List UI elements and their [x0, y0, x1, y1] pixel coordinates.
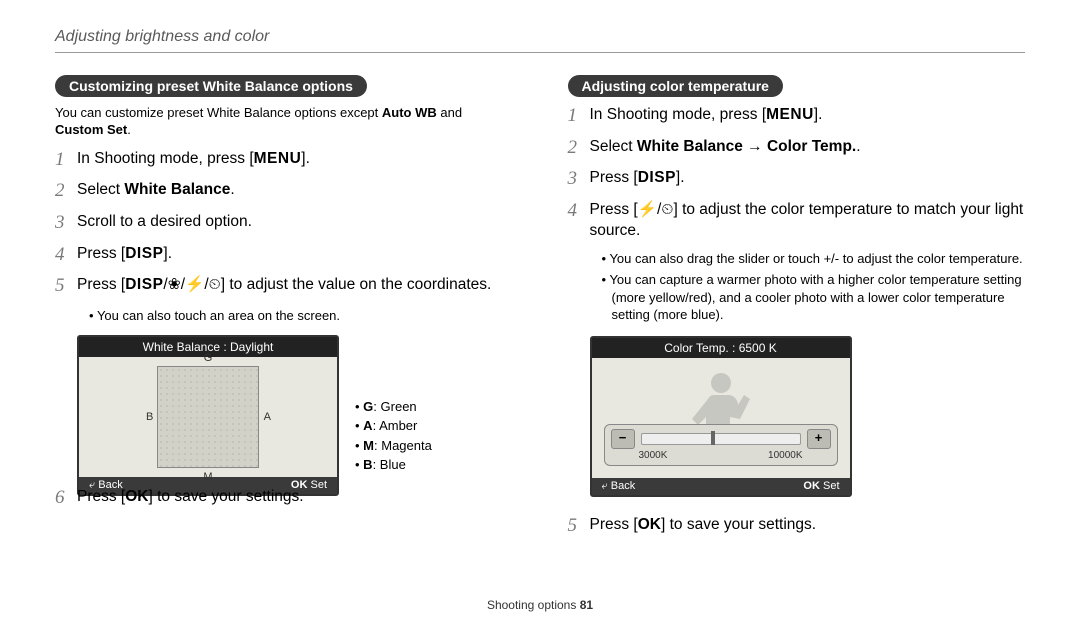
- page-footer: Shooting options 81: [55, 598, 1025, 612]
- menu-button-label: MENU: [254, 150, 302, 167]
- menu-button-label: MENU: [766, 106, 814, 123]
- step-6: 6Press [OK] to save your settings.: [55, 487, 513, 511]
- r-step-1: 1In Shooting mode, press [MENU].: [568, 105, 1026, 129]
- step-3: 3Scroll to a desired option.: [55, 212, 513, 236]
- axis-g: G: [204, 352, 213, 364]
- step-5-sub: You can also touch an area on the screen…: [89, 307, 513, 325]
- step-4: 4Press [DISP].: [55, 244, 513, 268]
- timer-icon: ⏲: [661, 201, 673, 218]
- r-step-2: 2Select White Balance → Color Temp..: [568, 137, 1026, 161]
- r-step-3: 3Press [DISP].: [568, 168, 1026, 192]
- wb-legend: G: Green A: Amber M: Magenta B: Blue: [355, 397, 513, 475]
- ok-button-label: OK: [125, 487, 148, 508]
- wb-screenshot: White Balance : Daylight G M B A ⤶ Back …: [77, 335, 339, 496]
- ok-button-label: OK: [638, 515, 661, 536]
- r-sub-1: You can also drag the slider or touch +/…: [602, 250, 1026, 268]
- wb-grid: G M B A: [157, 366, 259, 468]
- section-pill-left: Customizing preset White Balance options: [55, 75, 367, 97]
- r-sub-2: You can capture a warmer photo with a hi…: [602, 271, 1026, 324]
- ct-screenshot: Color Temp. : 6500 K − + 3000K10000K ⤶ B…: [590, 336, 852, 497]
- step-2: 2Select White Balance.: [55, 180, 513, 204]
- step-5: 5Press [DISP/❀/⚡/⏲] to adjust the value …: [55, 275, 513, 299]
- disp-button-label: DISP: [638, 169, 676, 186]
- r-step-4: 4Press [⚡/⏲] to adjust the color tempera…: [568, 200, 1026, 242]
- flash-icon: ⚡: [638, 201, 657, 218]
- axis-a: A: [264, 411, 271, 423]
- slider-max: 10000K: [768, 450, 802, 461]
- slider-min: 3000K: [639, 450, 668, 461]
- left-column: Customizing preset White Balance options…: [55, 75, 513, 594]
- ct-screenshot-title: Color Temp. : 6500 K: [592, 338, 850, 358]
- r-step-5: 5Press [OK] to save your settings.: [568, 515, 1026, 539]
- macro-icon: ❀: [168, 276, 181, 293]
- ct-slider: − + 3000K 10000K: [604, 424, 838, 466]
- page-header: Adjusting brightness and color: [55, 28, 1025, 46]
- minus-button[interactable]: −: [611, 429, 635, 449]
- axis-m: M: [203, 471, 212, 483]
- section-pill-right: Adjusting color temperature: [568, 75, 783, 97]
- right-column: Adjusting color temperature 1In Shooting…: [568, 75, 1026, 594]
- disp-button-label: DISP: [125, 245, 163, 262]
- flash-icon: ⚡: [185, 276, 204, 293]
- axis-b: B: [146, 411, 153, 423]
- plus-button[interactable]: +: [807, 429, 831, 449]
- step-1: 1In Shooting mode, press [MENU].: [55, 149, 513, 173]
- slider-thumb[interactable]: [711, 431, 715, 445]
- back-icon: ⤶: [602, 480, 608, 492]
- intro-text: You can customize preset White Balance o…: [55, 105, 513, 139]
- slider-track[interactable]: [641, 433, 801, 445]
- divider: [55, 52, 1025, 53]
- timer-icon: ⏲: [209, 276, 221, 293]
